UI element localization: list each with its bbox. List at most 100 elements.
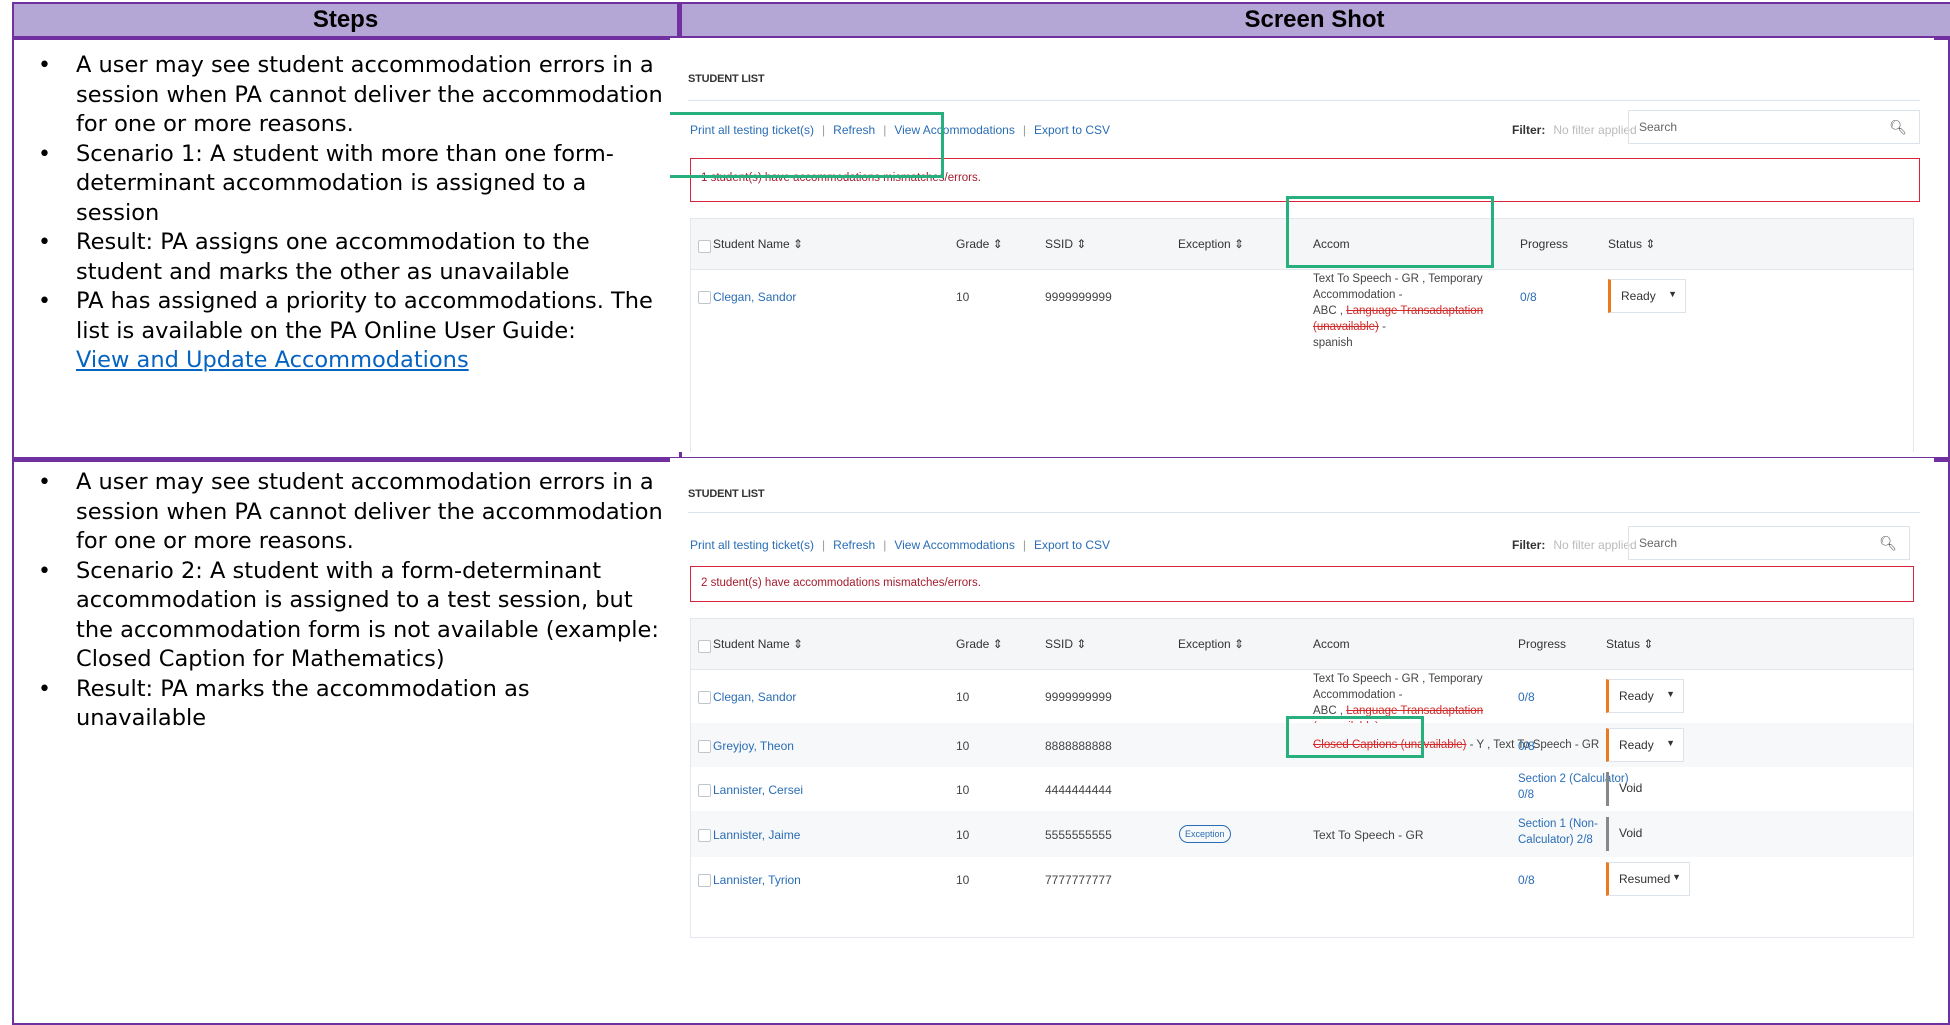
title-divider [688, 512, 1920, 513]
table-row[interactable]: Clegan, Sandor 10 9999999999 Text To Spe… [691, 669, 1913, 749]
error-alert: 2 student(s) have accommodations mismatc… [690, 566, 1914, 602]
col-student-name[interactable]: Student Name ⇕ [713, 637, 803, 651]
ssid-value: 5555555555 [1045, 828, 1112, 842]
accom-value: Text To Speech - GR , Temporary Accommod… [1313, 273, 1484, 349]
student-name-link[interactable]: Lannister, Jaime [713, 828, 800, 842]
table-row[interactable]: Lannister, Cersei 10 4444444444 Section … [691, 767, 1913, 811]
error-alert: 1 student(s) have accommodations mismatc… [690, 158, 1920, 202]
filter[interactable]: Filter: No filter applied [1512, 123, 1637, 137]
title-divider [688, 100, 1920, 101]
search-icon[interactable]: 🔍︎ [1889, 119, 1907, 136]
col-accom: Accom [1313, 637, 1350, 651]
ssid-value: 9999999999 [1045, 690, 1112, 704]
row-checkbox[interactable] [698, 691, 711, 704]
col-exception[interactable]: Exception ⇕ [1178, 237, 1244, 251]
col-status[interactable]: Status ⇕ [1608, 237, 1655, 251]
grade-value: 10 [956, 873, 970, 887]
grade-value: 10 [956, 783, 970, 797]
grid-header: Student Name ⇕ Grade ⇕ SSID ⇕ Exception … [691, 619, 1913, 670]
student-list-title: STUDENT LIST [688, 488, 765, 500]
student-grid: Student Name ⇕ Grade ⇕ SSID ⇕ Exception … [690, 618, 1914, 938]
unavailable-accom: Closed Captions (unavailable) [1313, 739, 1467, 751]
steps-cell-2: A user may see student accommodation err… [14, 468, 674, 734]
progress-link[interactable]: 0/8 [1518, 690, 1535, 704]
step-item: Scenario 2: A student with a form-determ… [14, 557, 666, 675]
action-links: Print all testing ticket(s) | Refresh | Vi… [690, 123, 1110, 137]
refresh-link[interactable]: Refresh [833, 123, 875, 137]
export-csv-link[interactable]: Export to CSV [1034, 123, 1110, 137]
student-name-link[interactable]: Clegan, Sandor [713, 290, 796, 304]
progress-link[interactable]: 0/8 [1518, 873, 1535, 887]
col-grade[interactable]: Grade ⇕ [956, 237, 1003, 251]
screenshot-header: Screen Shot [679, 4, 1950, 40]
status-dropdown[interactable]: Resumed ▼ [1606, 862, 1690, 896]
step-item: Scenario 1: A student with more than one… [14, 140, 666, 229]
refresh-link[interactable]: Refresh [833, 538, 875, 552]
select-all-checkbox[interactable] [698, 640, 711, 653]
action-links: Print all testing ticket(s) | Refresh | Vi… [690, 538, 1110, 552]
table-row[interactable]: Lannister, Tyrion 10 7777777777 0/8 Resu… [691, 857, 1913, 901]
exception-badge[interactable]: Exception [1179, 825, 1231, 843]
col-ssid[interactable]: SSID ⇕ [1045, 637, 1086, 651]
student-name-link[interactable]: Lannister, Tyrion [713, 873, 801, 887]
row-checkbox[interactable] [698, 829, 711, 842]
print-tickets-link[interactable]: Print all testing ticket(s) [690, 538, 814, 552]
table-row[interactable]: Lannister, Jaime 10 5555555555 Exception… [691, 811, 1913, 857]
table-row[interactable]: Greyjoy, Theon 10 8888888888 Closed Capt… [691, 723, 1913, 767]
ssid-value: 4444444444 [1045, 783, 1112, 797]
step-item: A user may see student accommodation err… [14, 468, 666, 557]
search-input[interactable]: Search 🔍︎ [1628, 526, 1910, 560]
status-dropdown[interactable]: Ready ▼ [1606, 679, 1684, 713]
col-progress: Progress [1518, 637, 1567, 651]
ssid-value: 9999999999 [1045, 290, 1112, 304]
row-checkbox[interactable] [698, 874, 711, 887]
ssid-value: 7777777777 [1045, 873, 1112, 887]
view-accommodations-link[interactable]: View Accommodations [894, 538, 1015, 552]
col-exception[interactable]: Exception ⇕ [1178, 637, 1244, 651]
chevron-down-icon: ▼ [1666, 689, 1675, 699]
select-all-checkbox[interactable] [698, 240, 711, 253]
grid-header: Student Name ⇕ Grade ⇕ SSID ⇕ Exception … [691, 219, 1913, 270]
row-checkbox[interactable] [698, 784, 711, 797]
chevron-down-icon: ▼ [1672, 872, 1681, 882]
screenshot-panel-2: STUDENT LIST Print all testing ticket(s)… [670, 458, 1934, 1023]
col-student-name[interactable]: Student Name ⇕ [713, 237, 803, 251]
progress-link[interactable]: Section 1 (Non- Calculator) 2/8 [1518, 816, 1598, 848]
student-name-link[interactable]: Lannister, Cersei [713, 783, 803, 797]
step-item: A user may see student accommodation err… [14, 51, 666, 140]
accom-value: Text To Speech - GR [1313, 828, 1424, 842]
search-icon[interactable]: 🔍︎ [1879, 535, 1897, 552]
view-accommodations-link[interactable]: View Accommodations [894, 123, 1015, 137]
chevron-down-icon: ▼ [1666, 738, 1675, 748]
col-grade[interactable]: Grade ⇕ [956, 637, 1003, 651]
filter[interactable]: Filter: No filter applied [1512, 538, 1637, 552]
accom-value: Closed Captions (unavailable) - Y , Text… [1313, 739, 1600, 751]
status-dropdown[interactable]: Ready ▼ [1608, 279, 1686, 313]
search-input[interactable]: Search 🔍︎ [1628, 110, 1920, 144]
grade-value: 10 [956, 690, 970, 704]
row-checkbox[interactable] [698, 291, 711, 304]
status-value: Void [1606, 772, 1684, 806]
progress-link[interactable]: 0/8 [1520, 290, 1537, 304]
col-progress: Progress [1520, 237, 1569, 251]
col-accom: Accom [1313, 237, 1350, 251]
status-dropdown[interactable]: Ready ▼ [1606, 728, 1684, 762]
col-status[interactable]: Status ⇕ [1606, 637, 1653, 651]
print-tickets-link[interactable]: Print all testing ticket(s) [690, 123, 814, 137]
screenshot-panel-1: STUDENT LIST Print all testing ticket(s)… [670, 38, 1934, 452]
row-checkbox[interactable] [698, 740, 711, 753]
status-value: Void [1606, 817, 1684, 851]
user-guide-link[interactable]: View and Update Accommodations [76, 347, 469, 373]
student-list-title: STUDENT LIST [688, 73, 765, 85]
student-name-link[interactable]: Greyjoy, Theon [713, 739, 794, 753]
progress-link[interactable]: 0/8 [1518, 739, 1535, 753]
grade-value: 10 [956, 828, 970, 842]
col-ssid[interactable]: SSID ⇕ [1045, 237, 1086, 251]
ssid-value: 8888888888 [1045, 739, 1112, 753]
table-row[interactable]: Clegan, Sandor 10 9999999999 Text To Spe… [691, 269, 1913, 349]
grade-value: 10 [956, 739, 970, 753]
step-item: Result: PA marks the accommodation as un… [14, 675, 666, 734]
export-csv-link[interactable]: Export to CSV [1034, 538, 1110, 552]
student-name-link[interactable]: Clegan, Sandor [713, 690, 796, 704]
grade-value: 10 [956, 290, 970, 304]
